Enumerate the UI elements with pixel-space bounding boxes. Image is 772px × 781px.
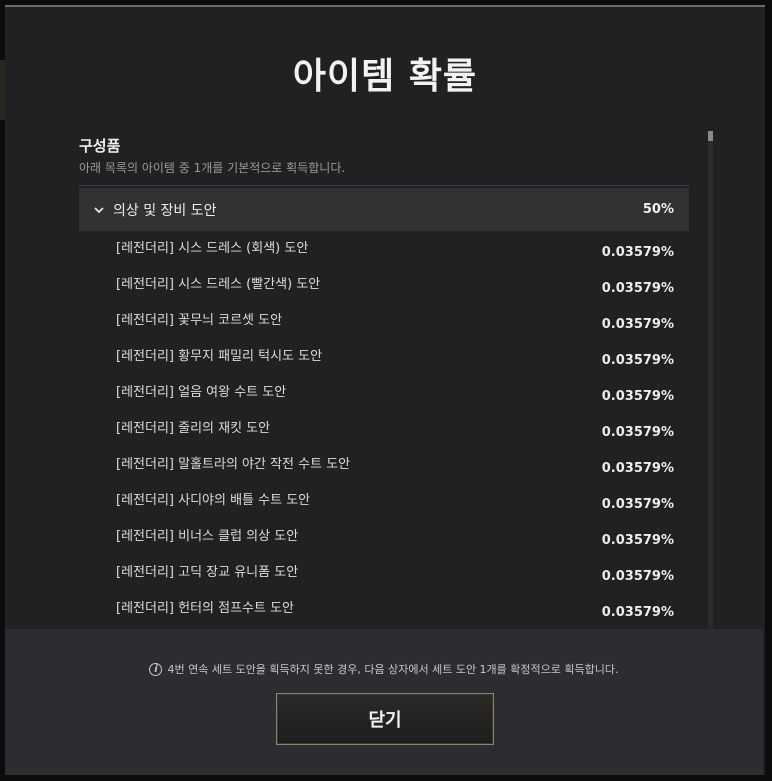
item-name: [레전더리] 꽃무늬 코르셋 도안 — [116, 312, 283, 328]
list-item: [레전더리] 헌터의 점프수트 도안 0.03579% — [79, 591, 689, 627]
item-name: [레전더리] 얼음 여왕 수트 도안 — [116, 384, 287, 400]
list-item: [레전더리] 말홀트라의 야간 작전 수트 도안 0.03579% — [79, 447, 689, 483]
list-item: [레전더리] 황무지 패밀리 턱시도 도안 0.03579% — [79, 339, 689, 375]
item-name: [레전더리] 시스 드레스 (회색) 도안 — [116, 240, 309, 256]
item-name: [레전더리] 고딕 장교 유니폼 도안 — [116, 564, 299, 580]
scrollbar-thumb[interactable] — [708, 131, 713, 141]
chevron-down-icon — [93, 203, 107, 217]
item-rate: 0.03579% — [601, 424, 674, 440]
list-item: [레전더리] 꽃무늬 코르셋 도안 0.03579% — [79, 303, 689, 339]
list-item: [레전더리] 고딕 장교 유니폼 도안 0.03579% — [79, 555, 689, 591]
item-rate: 0.03579% — [601, 460, 674, 476]
section-title: 구성품 — [79, 137, 121, 155]
item-name: [레전더리] 말홀트라의 야간 작전 수트 도안 — [116, 456, 351, 472]
item-name: [레전더리] 헌터의 점프수트 도안 — [116, 600, 295, 616]
list-item: [레전더리] 사디야의 배틀 수트 도안 0.03579% — [79, 483, 689, 519]
item-probability-dialog: 아이템 확률 구성품 아래 목록의 아이템 중 1개를 기본적으로 획득합니다.… — [5, 5, 765, 775]
list-item: [레전더리] 얼음 여왕 수트 도안 0.03579% — [79, 375, 689, 411]
group-name: 의상 및 장비 도안 — [113, 202, 217, 219]
section-divider — [79, 185, 689, 186]
notice: i 4번 연속 세트 도안을 획득하지 못한 경우, 다음 상자에서 세트 도안… — [5, 661, 763, 677]
item-rate: 0.03579% — [601, 388, 674, 404]
item-rate: 0.03579% — [601, 316, 674, 332]
info-icon: i — [149, 662, 163, 676]
notice-text: 4번 연속 세트 도안을 획득하지 못한 경우, 다음 상자에서 세트 도안 1… — [167, 663, 619, 676]
item-rate: 0.03579% — [601, 280, 674, 296]
item-rate: 0.03579% — [601, 352, 674, 368]
item-name: [레전더리] 시스 드레스 (빨간색) 도안 — [116, 276, 321, 292]
dialog-footer: i 4번 연속 세트 도안을 획득하지 못한 경우, 다음 상자에서 세트 도안… — [5, 629, 763, 775]
close-button[interactable]: 닫기 — [276, 693, 494, 745]
list-item: [레전더리] 시스 드레스 (빨간색) 도안 0.03579% — [79, 267, 689, 303]
scrollbar[interactable] — [708, 131, 713, 629]
dialog-title: 아이템 확률 — [292, 56, 478, 97]
item-name: [레전더리] 줄리의 재킷 도안 — [116, 420, 271, 436]
item-rate: 0.03579% — [601, 604, 674, 620]
item-list[interactable]: [레전더리] 시스 드레스 (회색) 도안 0.03579% [레전더리] 시스 드… — [79, 231, 689, 629]
item-rate: 0.03579% — [601, 244, 674, 260]
item-rate: 0.03579% — [601, 532, 674, 548]
item-name: [레전더리] 사디야의 배틀 수트 도안 — [116, 492, 311, 508]
list-item: [레전더리] 비너스 클럽 의상 도안 0.03579% — [79, 519, 689, 555]
section-description: 아래 목록의 아이템 중 1개를 기본적으로 획득합니다. — [79, 161, 346, 175]
group-header-outfit-blueprints[interactable]: 의상 및 장비 도안 50% — [79, 188, 689, 231]
item-name: [레전더리] 황무지 패밀리 턱시도 도안 — [116, 348, 323, 364]
group-rate: 50% — [642, 202, 674, 217]
item-rate: 0.03579% — [601, 496, 674, 512]
list-item: [레전더리] 줄리의 재킷 도안 0.03579% — [79, 411, 689, 447]
list-item: [레전더리] 시스 드레스 (회색) 도안 0.03579% — [79, 231, 689, 267]
item-name: [레전더리] 비너스 클럽 의상 도안 — [116, 528, 299, 544]
item-rate: 0.03579% — [601, 568, 674, 584]
